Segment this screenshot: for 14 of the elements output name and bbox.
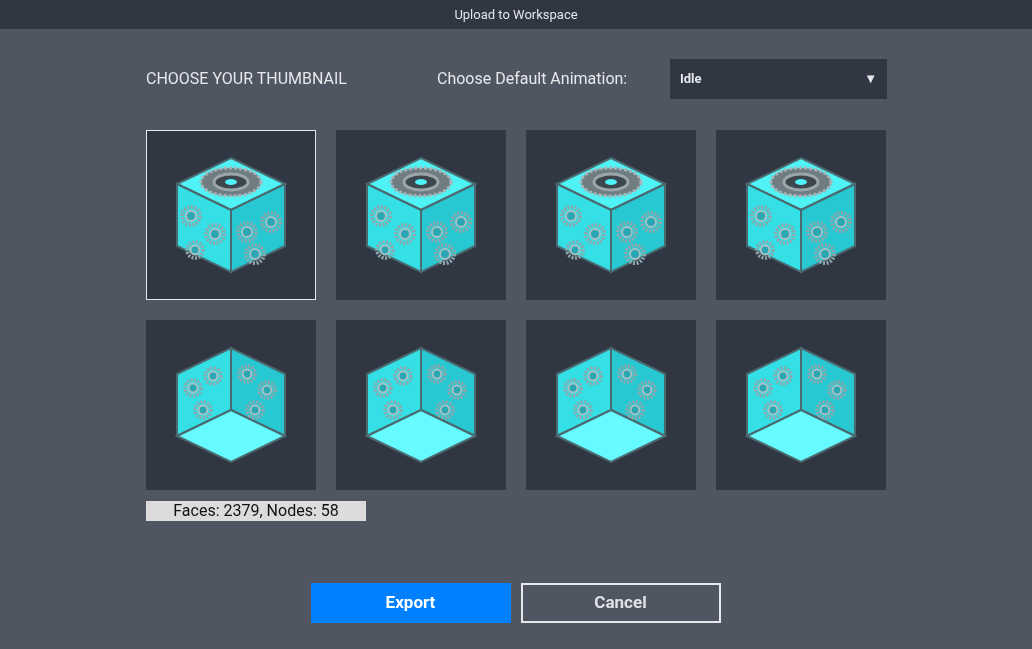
animation-label: Choose Default Animation: xyxy=(437,68,629,90)
thumbnail-option[interactable] xyxy=(336,130,506,300)
export-button[interactable]: Export xyxy=(310,583,511,623)
thumbnail-option[interactable] xyxy=(146,320,316,490)
thumbnail-option[interactable] xyxy=(336,320,506,490)
thumbnail-option[interactable] xyxy=(716,320,886,490)
model-stats: Faces: 2379, Nodes: 58 xyxy=(146,501,366,521)
thumbnail-heading: CHOOSE YOUR THUMBNAIL xyxy=(146,68,348,90)
window-title: Upload to Workspace xyxy=(454,5,578,24)
animation-dropdown[interactable]: Idle ▼ xyxy=(670,59,887,99)
cancel-button[interactable]: Cancel xyxy=(520,583,721,623)
thumbnail-option[interactable] xyxy=(526,130,696,300)
thumbnail-option[interactable] xyxy=(716,130,886,300)
thumbnail-option[interactable] xyxy=(526,320,696,490)
